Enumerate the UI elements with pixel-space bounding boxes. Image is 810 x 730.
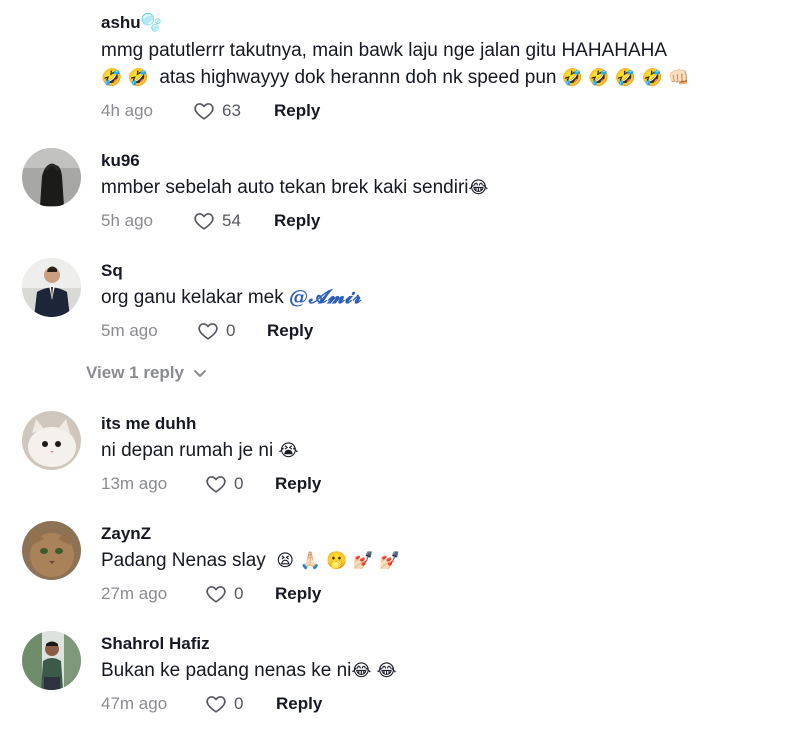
mention-link[interactable]: @𝓐𝓶𝓲𝓻 [289,286,361,308]
comment-text: Padang Nenas slay 😫 🙏🏻 🫢 💅🏻 💅🏻 [101,550,401,571]
comment-time: 27m ago [101,584,168,603]
like-count: 0 [234,694,244,713]
like-count: 54 [222,211,241,230]
comment-username[interactable]: its me duhh [101,414,196,434]
heart-outline-icon [198,323,218,340]
comment-username[interactable]: Sq [101,261,123,281]
comment-time: 5m ago [101,321,158,340]
like-count: 0 [226,321,236,340]
avatar[interactable] [22,258,81,317]
comment-text: mmg patutlerrr takutnya, main bawk laju … [101,37,791,92]
reply-button[interactable]: Reply [276,693,322,715]
reply-button[interactable]: Reply [275,473,321,495]
avatar[interactable] [22,411,81,470]
comment-emoji: 😭 [278,441,299,461]
heart-outline-icon [194,213,214,230]
comment-text-line: 🤣 🤣 atas highwayyy dok herannn doh nk sp… [101,67,690,88]
like-count: 0 [234,584,244,603]
comment-emoji: 🤣 🤣 [101,68,149,88]
comment-text: Bukan ke padang nenas ke ni😂 😂 [101,660,397,681]
like-count: 0 [234,474,244,493]
reply-button[interactable]: Reply [274,100,320,122]
comment-emoji: 😂 [468,178,489,198]
heart-outline-icon [206,586,226,603]
avatar[interactable] [22,631,81,690]
comment-emoji: 🤣 🤣 🤣 🤣 👊🏻 [561,68,690,88]
comment-username[interactable]: ashu🫧 [101,13,162,33]
avatar[interactable] [22,521,81,580]
comment-text-line: mmg patutlerrr takutnya, main bawk laju … [101,40,668,61]
heart-outline-icon [206,476,226,493]
reply-button[interactable]: Reply [274,210,320,232]
comment-username[interactable]: ZaynZ [101,524,151,544]
like-count: 63 [222,101,241,120]
comment-emoji: 😂 😂 [351,661,397,681]
comment-username[interactable]: ku96 [101,151,140,171]
heart-outline-icon [206,696,226,713]
username-badge-emoji: 🫧 [140,13,162,33]
comment-text: mmber sebelah auto tekan brek kaki sendi… [101,177,489,198]
comment-username[interactable]: Shahrol Hafiz [101,634,210,654]
comment-time: 47m ago [101,694,168,713]
avatar[interactable] [22,148,81,207]
comment-time: 5h ago [101,211,153,230]
comment-time: 4h ago [101,101,153,120]
heart-outline-icon [194,103,214,120]
comment-text: ni depan rumah je ni 😭 [101,440,299,461]
comment-time: 13m ago [101,474,168,493]
reply-button[interactable]: Reply [275,583,321,605]
chevron-down-icon [194,370,206,377]
reply-button[interactable]: Reply [267,320,313,342]
view-replies-button[interactable]: View 1 reply [86,362,206,384]
comment-text: org ganu kelakar mek @𝓐𝓶𝓲𝓻 [101,286,362,308]
comment-emoji: 😫 🙏🏻 🫢 💅🏻 💅🏻 [276,551,401,571]
